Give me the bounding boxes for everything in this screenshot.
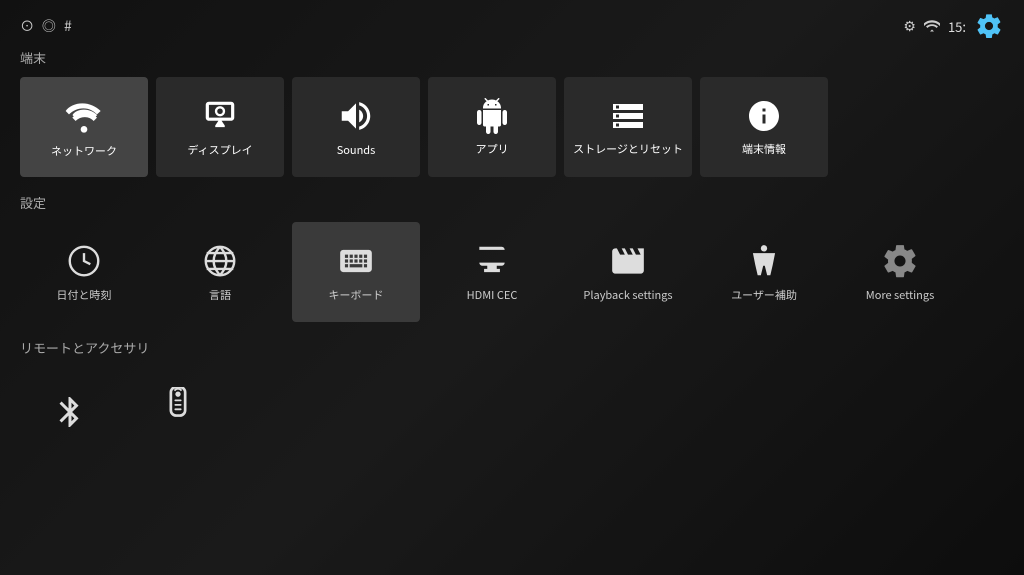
tile-language-label: 言語 bbox=[209, 288, 231, 302]
remotes-tiles-row bbox=[20, 367, 1004, 457]
tile-accessibility[interactable]: ユーザー補助 bbox=[700, 222, 828, 322]
tile-datetime[interactable]: 日付と時刻 bbox=[20, 222, 148, 322]
clock-time: 15: bbox=[948, 17, 966, 36]
status-right: ⚙ 15: bbox=[903, 11, 1004, 41]
tile-device-info[interactable]: 端末情報 bbox=[700, 77, 828, 177]
status-bar: ⊙ ◎ # ⚙ 15: bbox=[20, 12, 1004, 40]
tile-hdmi-cec[interactable]: HDMI CEC bbox=[428, 222, 556, 322]
storage-icon bbox=[610, 98, 646, 134]
film-icon bbox=[609, 242, 647, 280]
wifi-status-icon bbox=[924, 20, 940, 32]
icon-target: ◎ bbox=[42, 16, 56, 36]
tile-apps-label: アプリ bbox=[476, 142, 509, 156]
remote-icon bbox=[164, 387, 192, 437]
tile-network[interactable]: ネットワーク bbox=[20, 77, 148, 177]
tile-device-info-label: 端末情報 bbox=[742, 142, 786, 156]
tile-playback-label: Playback settings bbox=[583, 288, 672, 302]
wifi-icon bbox=[64, 96, 104, 136]
icon-circle: ⊙ bbox=[20, 16, 34, 36]
tile-network-label: ネットワーク bbox=[51, 144, 117, 158]
info-icon bbox=[746, 98, 782, 134]
accessibility-icon bbox=[745, 242, 783, 280]
icon-hash: # bbox=[64, 16, 72, 36]
tile-playback[interactable]: Playback settings bbox=[564, 222, 692, 322]
sound-icon bbox=[337, 97, 375, 135]
hdmi-icon bbox=[473, 242, 511, 280]
tile-keyboard[interactable]: キーボード bbox=[292, 222, 420, 322]
tile-keyboard-label: キーボード bbox=[329, 288, 384, 302]
more-settings-gear-icon bbox=[881, 242, 919, 280]
display-settings-icon bbox=[201, 97, 239, 135]
tile-bluetooth[interactable] bbox=[20, 367, 120, 457]
section-terminal-label: 端末 bbox=[20, 48, 1004, 67]
clock-icon bbox=[65, 242, 103, 280]
tile-datetime-label: 日付と時刻 bbox=[57, 288, 112, 302]
android-icon bbox=[474, 98, 510, 134]
tile-apps[interactable]: アプリ bbox=[428, 77, 556, 177]
tile-storage-label: ストレージとリセット bbox=[573, 142, 683, 156]
tile-remote-control[interactable] bbox=[128, 367, 228, 457]
tile-sounds-label: Sounds bbox=[337, 143, 376, 157]
tile-sounds[interactable]: Sounds bbox=[292, 77, 420, 177]
bluetooth-icon: ⚙ bbox=[903, 16, 916, 36]
main-screen: ⊙ ◎ # ⚙ 15: 端末 ネットワーク bbox=[0, 0, 1024, 575]
keyboard-icon bbox=[337, 242, 375, 280]
tile-display-label: ディスプレイ bbox=[187, 143, 252, 157]
settings-tiles-row: 日付と時刻 言語 キーボード bbox=[20, 222, 1004, 322]
bluetooth-icon bbox=[52, 394, 88, 430]
tile-accessibility-label: ユーザー補助 bbox=[731, 288, 797, 302]
tile-more-settings[interactable]: More settings bbox=[836, 222, 964, 322]
tile-language[interactable]: 言語 bbox=[156, 222, 284, 322]
tile-hdmi-label: HDMI CEC bbox=[467, 288, 518, 302]
tile-display[interactable]: ディスプレイ bbox=[156, 77, 284, 177]
section-remotes-label: リモートとアクセサリ bbox=[20, 338, 1004, 357]
tile-more-settings-label: More settings bbox=[866, 288, 934, 302]
tile-storage[interactable]: ストレージとリセット bbox=[564, 77, 692, 177]
terminal-tiles-row: ネットワーク ディスプレイ Sounds bbox=[20, 77, 1004, 177]
status-left-icons: ⊙ ◎ # bbox=[20, 16, 72, 36]
top-settings-gear[interactable] bbox=[974, 11, 1004, 41]
globe-icon bbox=[201, 242, 239, 280]
section-settings-label: 設定 bbox=[20, 193, 1004, 212]
